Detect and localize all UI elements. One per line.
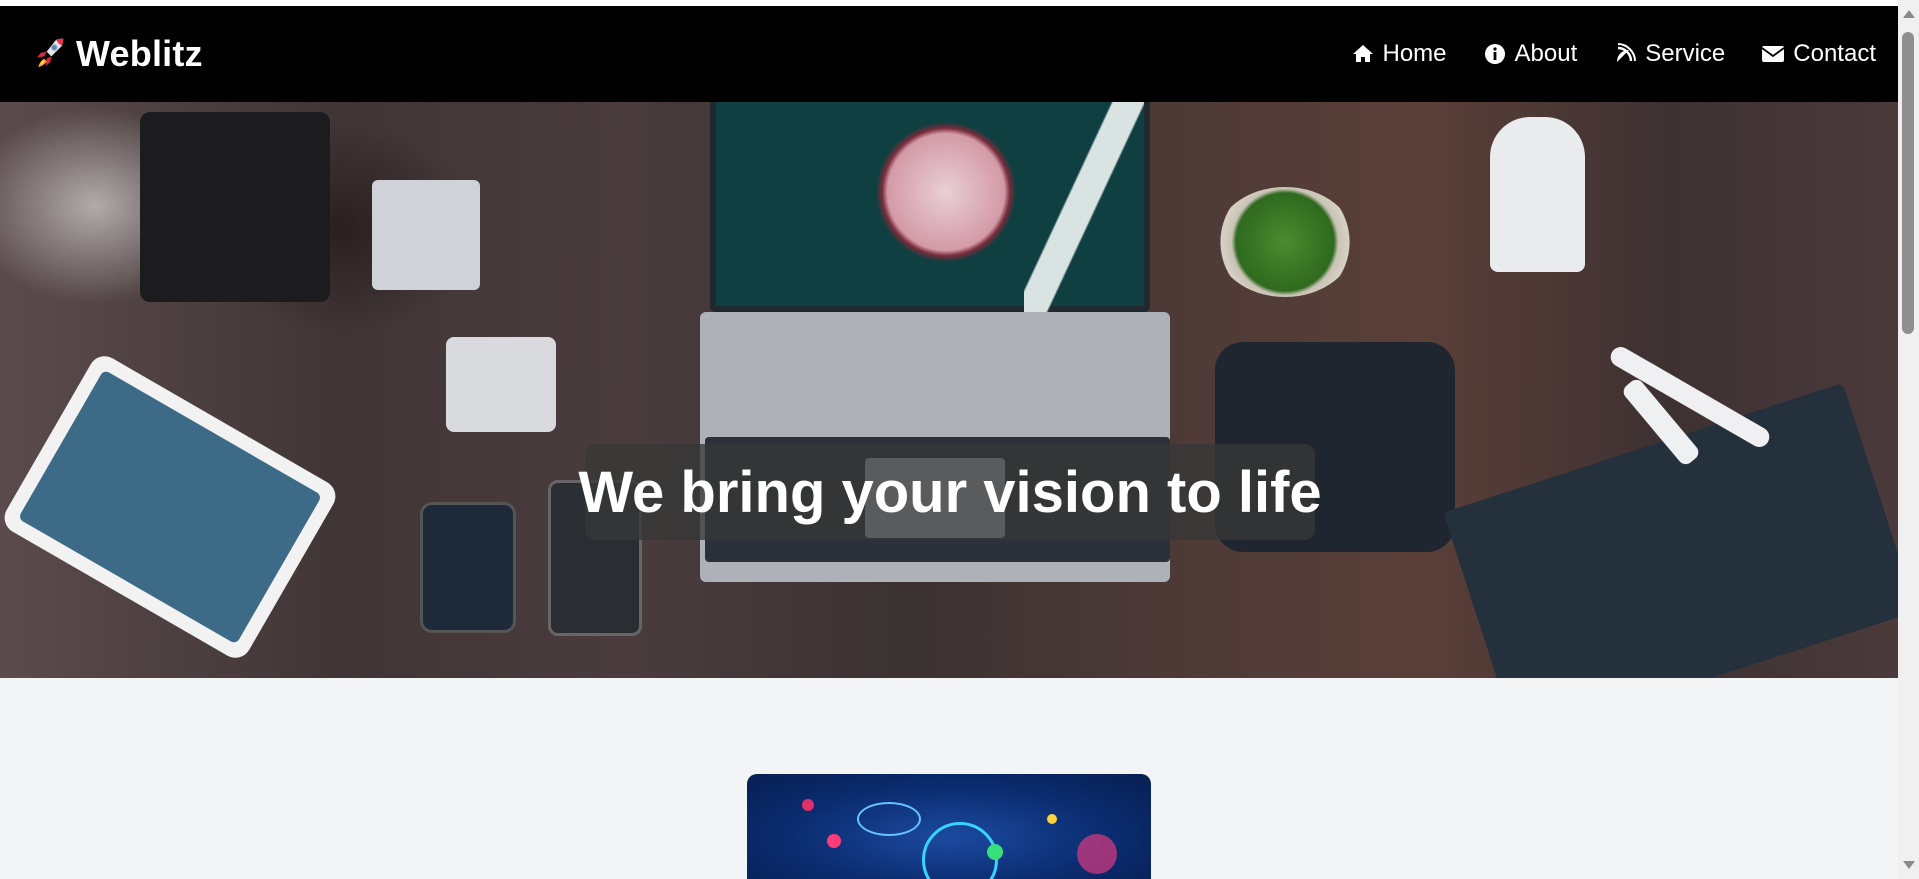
nav-item-about-label: About <box>1514 40 1578 67</box>
scroll-up-arrow-icon[interactable] <box>1903 10 1915 18</box>
hero-photo-cup <box>1490 117 1585 272</box>
hero-photo-router <box>446 337 556 432</box>
hero-photo-phone <box>420 502 516 633</box>
satellite-dish-icon <box>1617 43 1637 62</box>
nav-item-service[interactable]: Service <box>1613 40 1725 68</box>
service-card-image <box>747 774 1151 879</box>
hero-photo-plant <box>1215 187 1355 297</box>
brand-name: Weblitz <box>76 33 203 74</box>
info-icon <box>1484 44 1505 64</box>
hero-title: We bring your vision to life <box>578 459 1322 525</box>
scroll-thumb[interactable] <box>1902 32 1914 334</box>
vertical-scrollbar[interactable] <box>1898 0 1919 879</box>
nav-item-home[interactable]: Home <box>1351 40 1447 68</box>
nav-item-service-label: Service <box>1645 40 1726 67</box>
nav-item-home-label: Home <box>1382 40 1447 67</box>
envelope-icon <box>1761 46 1785 62</box>
nav-item-about[interactable]: About <box>1483 40 1578 68</box>
navbar: Weblitz Home About Service Contact <box>0 6 1898 102</box>
scroll-down-arrow-icon[interactable] <box>1903 861 1915 869</box>
nav-item-contact-label: Contact <box>1793 40 1876 67</box>
hero-photo-laptop-screen <box>710 102 1150 312</box>
nav-links: Home About Service Contact <box>1351 40 1876 68</box>
brand-link[interactable]: Weblitz <box>30 33 203 75</box>
hero-photo-tablet <box>0 350 342 664</box>
hero-photo-speaker <box>140 112 330 302</box>
rocket-icon <box>37 38 64 68</box>
hero-photo-drive <box>372 180 480 290</box>
nav-item-contact[interactable]: Contact <box>1761 40 1876 68</box>
home-icon <box>1352 45 1373 62</box>
hero-caption: We bring your vision to life <box>578 444 1322 540</box>
hero-banner: We bring your vision to life <box>0 102 1898 678</box>
